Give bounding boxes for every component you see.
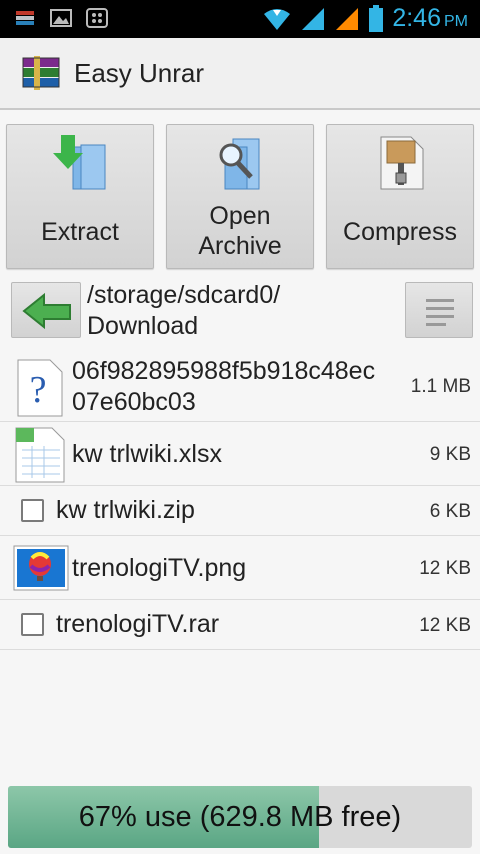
svg-text:?: ? (30, 369, 47, 411)
file-row[interactable]: trenologiTV.png 12 KB (0, 536, 480, 600)
spreadsheet-file-icon (15, 427, 65, 483)
bbm-notification-icon (86, 8, 108, 28)
file-row[interactable]: trenologiTV.rar 12 KB (0, 600, 480, 650)
file-checkbox[interactable] (21, 613, 44, 636)
menu-button[interactable] (405, 282, 473, 338)
signal-icon (302, 7, 325, 30)
file-size: 6 KB (429, 501, 471, 522)
wifi-icon (264, 8, 291, 30)
search-folder-icon (219, 138, 260, 190)
storage-usage-label: 67% use (629.8 MB free) (78, 801, 402, 833)
compress-button[interactable]: Compress (326, 124, 474, 269)
back-button[interactable] (11, 282, 81, 338)
file-name: kw trlwiki.xlsx (72, 440, 222, 468)
image-notification-icon (50, 9, 72, 27)
extract-icon (53, 135, 106, 190)
stack-notification-icon (16, 11, 34, 25)
file-size: 12 KB (419, 558, 471, 579)
file-row[interactable]: kw trlwiki.zip 6 KB (0, 486, 480, 536)
path-row: /storage/sdcard0/ Download (0, 280, 480, 342)
file-row[interactable]: kw trlwiki.xlsx 9 KB (0, 422, 480, 486)
current-path: /storage/sdcard0/ Download (87, 280, 397, 342)
file-row[interactable]: ? 06f982895988f5b918c48ec 07e60bc03 1.1 … (0, 352, 480, 422)
image-file-icon (13, 545, 69, 591)
clock: 2:46 PM (392, 4, 468, 32)
open-label-line2: Archive (198, 232, 282, 260)
menu-lines-icon (426, 299, 454, 326)
compress-label: Compress (343, 218, 457, 246)
file-name: 06f982895988f5b918c48ec 07e60bc03 (72, 357, 376, 416)
extract-label: Extract (41, 218, 119, 246)
open-archive-button[interactable]: Open Archive (166, 124, 314, 269)
path-line1: /storage/sdcard0/ (87, 281, 281, 309)
file-size: 12 KB (419, 615, 471, 636)
path-line2: Download (87, 312, 199, 340)
file-name: kw trlwiki.zip (56, 496, 195, 524)
winrar-books-icon (22, 56, 60, 90)
unknown-file-icon: ? (17, 359, 63, 417)
file-size: 1.1 MB (410, 376, 471, 397)
storage-usage-bar: 67% use (629.8 MB free) (8, 786, 472, 848)
extract-button[interactable]: Extract (6, 124, 154, 269)
action-bar: Extract Open Archive Compress (6, 124, 474, 269)
signal-2-icon (336, 7, 359, 30)
compress-zipper-icon (380, 136, 424, 190)
file-size: 9 KB (429, 444, 471, 465)
file-name: trenologiTV.png (72, 554, 247, 582)
file-list: ? 06f982895988f5b918c48ec 07e60bc03 1.1 … (0, 352, 480, 650)
app-title: Easy Unrar (74, 57, 205, 88)
status-bar: 2:46 PM (0, 0, 480, 38)
back-arrow-icon (22, 292, 71, 330)
battery-icon (369, 4, 384, 32)
app-title-bar: Easy Unrar (0, 38, 480, 110)
file-name: trenologiTV.rar (56, 610, 220, 638)
open-label-line1: Open (209, 202, 271, 230)
file-checkbox[interactable] (21, 499, 44, 522)
